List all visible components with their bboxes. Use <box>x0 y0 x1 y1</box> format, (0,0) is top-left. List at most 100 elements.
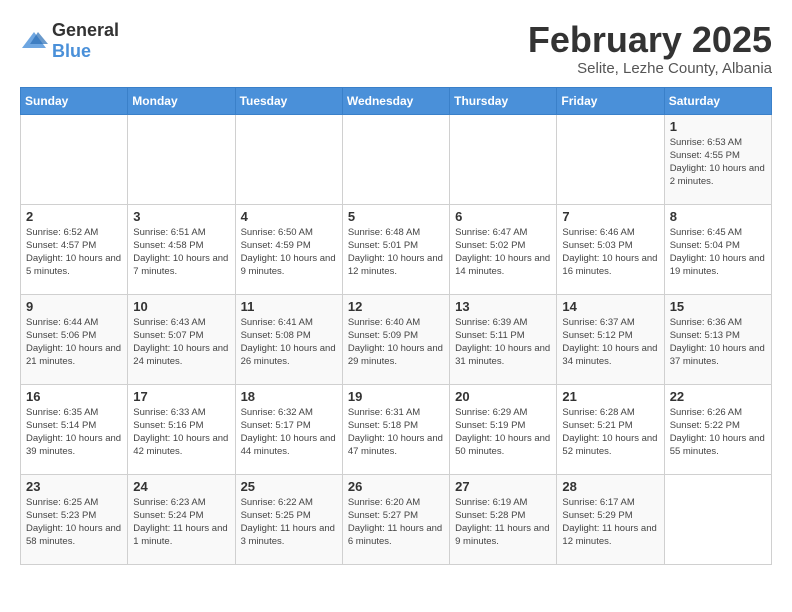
day-info: Sunrise: 6:48 AM Sunset: 5:01 PM Dayligh… <box>348 226 444 279</box>
title-area: February 2025 Selite, Lezhe County, Alba… <box>528 20 772 77</box>
calendar-cell: 7 Sunrise: 6:46 AM Sunset: 5:03 PM Daylig… <box>557 204 664 294</box>
calendar-cell: 13 Sunrise: 6:39 AM Sunset: 5:11 PM Dayli… <box>450 294 557 384</box>
day-number: 12 <box>348 299 444 314</box>
day-info: Sunrise: 6:50 AM Sunset: 4:59 PM Dayligh… <box>241 226 337 279</box>
calendar-cell: 18 Sunrise: 6:32 AM Sunset: 5:17 PM Dayli… <box>235 384 342 474</box>
day-info: Sunrise: 6:29 AM Sunset: 5:19 PM Dayligh… <box>455 406 551 459</box>
day-number: 13 <box>455 299 551 314</box>
day-info: Sunrise: 6:26 AM Sunset: 5:22 PM Dayligh… <box>670 406 766 459</box>
day-info: Sunrise: 6:41 AM Sunset: 5:08 PM Dayligh… <box>241 316 337 369</box>
day-info: Sunrise: 6:32 AM Sunset: 5:17 PM Dayligh… <box>241 406 337 459</box>
calendar-cell: 3 Sunrise: 6:51 AM Sunset: 4:58 PM Daylig… <box>128 204 235 294</box>
day-number: 11 <box>241 299 337 314</box>
day-info: Sunrise: 6:44 AM Sunset: 5:06 PM Dayligh… <box>26 316 122 369</box>
calendar-cell: 23Sunrise: 6:25 AM Sunset: 5:23 PM Dayli… <box>21 474 128 564</box>
calendar-cell <box>21 114 128 204</box>
calendar-cell <box>342 114 449 204</box>
day-number: 24 <box>133 479 229 494</box>
calendar-cell: 1 Sunrise: 6:53 AM Sunset: 4:55 PM Daylig… <box>664 114 771 204</box>
calendar-cell: 19 Sunrise: 6:31 AM Sunset: 5:18 PM Dayli… <box>342 384 449 474</box>
day-number: 27 <box>455 479 551 494</box>
column-header-tuesday: Tuesday <box>235 87 342 114</box>
day-info: Sunrise: 6:45 AM Sunset: 5:04 PM Dayligh… <box>670 226 766 279</box>
day-info: Sunrise: 6:33 AM Sunset: 5:16 PM Dayligh… <box>133 406 229 459</box>
calendar-cell: 8Sunrise: 6:45 AM Sunset: 5:04 PM Daylig… <box>664 204 771 294</box>
column-header-wednesday: Wednesday <box>342 87 449 114</box>
day-number: 18 <box>241 389 337 404</box>
day-info: Sunrise: 6:40 AM Sunset: 5:09 PM Dayligh… <box>348 316 444 369</box>
day-number: 3 <box>133 209 229 224</box>
day-number: 25 <box>241 479 337 494</box>
day-info: Sunrise: 6:23 AM Sunset: 5:24 PM Dayligh… <box>133 496 229 549</box>
column-header-thursday: Thursday <box>450 87 557 114</box>
calendar-cell: 24 Sunrise: 6:23 AM Sunset: 5:24 PM Dayli… <box>128 474 235 564</box>
calendar-cell: 28 Sunrise: 6:17 AM Sunset: 5:29 PM Dayli… <box>557 474 664 564</box>
day-number: 26 <box>348 479 444 494</box>
day-number: 1 <box>670 119 766 134</box>
day-number: 28 <box>562 479 658 494</box>
day-number: 5 <box>348 209 444 224</box>
day-number: 17 <box>133 389 229 404</box>
day-info: Sunrise: 6:46 AM Sunset: 5:03 PM Dayligh… <box>562 226 658 279</box>
day-info: Sunrise: 6:17 AM Sunset: 5:29 PM Dayligh… <box>562 496 658 549</box>
calendar-cell: 22Sunrise: 6:26 AM Sunset: 5:22 PM Dayli… <box>664 384 771 474</box>
day-info: Sunrise: 6:51 AM Sunset: 4:58 PM Dayligh… <box>133 226 229 279</box>
day-number: 2 <box>26 209 122 224</box>
day-info: Sunrise: 6:25 AM Sunset: 5:23 PM Dayligh… <box>26 496 122 549</box>
day-number: 9 <box>26 299 122 314</box>
day-info: Sunrise: 6:39 AM Sunset: 5:11 PM Dayligh… <box>455 316 551 369</box>
calendar-cell: 27 Sunrise: 6:19 AM Sunset: 5:28 PM Dayli… <box>450 474 557 564</box>
day-number: 15 <box>670 299 766 314</box>
day-number: 6 <box>455 209 551 224</box>
week-row-5: 23Sunrise: 6:25 AM Sunset: 5:23 PM Dayli… <box>21 474 772 564</box>
column-header-saturday: Saturday <box>664 87 771 114</box>
day-info: Sunrise: 6:36 AM Sunset: 5:13 PM Dayligh… <box>670 316 766 369</box>
calendar-cell: 20 Sunrise: 6:29 AM Sunset: 5:19 PM Dayli… <box>450 384 557 474</box>
day-info: Sunrise: 6:19 AM Sunset: 5:28 PM Dayligh… <box>455 496 551 549</box>
calendar-cell <box>128 114 235 204</box>
column-header-sunday: Sunday <box>21 87 128 114</box>
logo: General Blue <box>20 20 119 62</box>
calendar-cell <box>557 114 664 204</box>
calendar-cell: 10 Sunrise: 6:43 AM Sunset: 5:07 PM Dayli… <box>128 294 235 384</box>
calendar-cell: 14Sunrise: 6:37 AM Sunset: 5:12 PM Dayli… <box>557 294 664 384</box>
week-row-2: 2 Sunrise: 6:52 AM Sunset: 4:57 PM Daylig… <box>21 204 772 294</box>
day-info: Sunrise: 6:20 AM Sunset: 5:27 PM Dayligh… <box>348 496 444 549</box>
day-number: 7 <box>562 209 658 224</box>
calendar-cell: 4Sunrise: 6:50 AM Sunset: 4:59 PM Daylig… <box>235 204 342 294</box>
calendar-cell: 2 Sunrise: 6:52 AM Sunset: 4:57 PM Daylig… <box>21 204 128 294</box>
day-info: Sunrise: 6:53 AM Sunset: 4:55 PM Dayligh… <box>670 136 766 189</box>
day-info: Sunrise: 6:52 AM Sunset: 4:57 PM Dayligh… <box>26 226 122 279</box>
calendar-cell: 15 Sunrise: 6:36 AM Sunset: 5:13 PM Dayli… <box>664 294 771 384</box>
calendar-cell: 21Sunrise: 6:28 AM Sunset: 5:21 PM Dayli… <box>557 384 664 474</box>
day-number: 16 <box>26 389 122 404</box>
main-title: February 2025 <box>528 20 772 60</box>
week-row-1: 1 Sunrise: 6:53 AM Sunset: 4:55 PM Daylig… <box>21 114 772 204</box>
subtitle: Selite, Lezhe County, Albania <box>528 60 772 77</box>
day-number: 19 <box>348 389 444 404</box>
day-info: Sunrise: 6:43 AM Sunset: 5:07 PM Dayligh… <box>133 316 229 369</box>
day-info: Sunrise: 6:31 AM Sunset: 5:18 PM Dayligh… <box>348 406 444 459</box>
column-header-monday: Monday <box>128 87 235 114</box>
calendar-cell <box>664 474 771 564</box>
calendar-cell: 11 Sunrise: 6:41 AM Sunset: 5:08 PM Dayli… <box>235 294 342 384</box>
calendar-table: SundayMondayTuesdayWednesdayThursdayFrid… <box>20 87 772 565</box>
week-row-4: 16Sunrise: 6:35 AM Sunset: 5:14 PM Dayli… <box>21 384 772 474</box>
day-info: Sunrise: 6:28 AM Sunset: 5:21 PM Dayligh… <box>562 406 658 459</box>
logo-text: General Blue <box>52 20 119 62</box>
day-info: Sunrise: 6:47 AM Sunset: 5:02 PM Dayligh… <box>455 226 551 279</box>
calendar-cell: 5 Sunrise: 6:48 AM Sunset: 5:01 PM Daylig… <box>342 204 449 294</box>
calendar-cell: 17 Sunrise: 6:33 AM Sunset: 5:16 PM Dayli… <box>128 384 235 474</box>
day-number: 20 <box>455 389 551 404</box>
calendar-cell <box>450 114 557 204</box>
day-info: Sunrise: 6:37 AM Sunset: 5:12 PM Dayligh… <box>562 316 658 369</box>
day-number: 10 <box>133 299 229 314</box>
calendar-cell: 25Sunrise: 6:22 AM Sunset: 5:25 PM Dayli… <box>235 474 342 564</box>
calendar-cell: 9 Sunrise: 6:44 AM Sunset: 5:06 PM Daylig… <box>21 294 128 384</box>
header: General Blue February 2025 Selite, Lezhe… <box>20 20 772 77</box>
calendar-cell: 26 Sunrise: 6:20 AM Sunset: 5:27 PM Dayli… <box>342 474 449 564</box>
week-row-3: 9 Sunrise: 6:44 AM Sunset: 5:06 PM Daylig… <box>21 294 772 384</box>
logo-icon <box>20 30 48 52</box>
calendar-cell <box>235 114 342 204</box>
column-header-friday: Friday <box>557 87 664 114</box>
